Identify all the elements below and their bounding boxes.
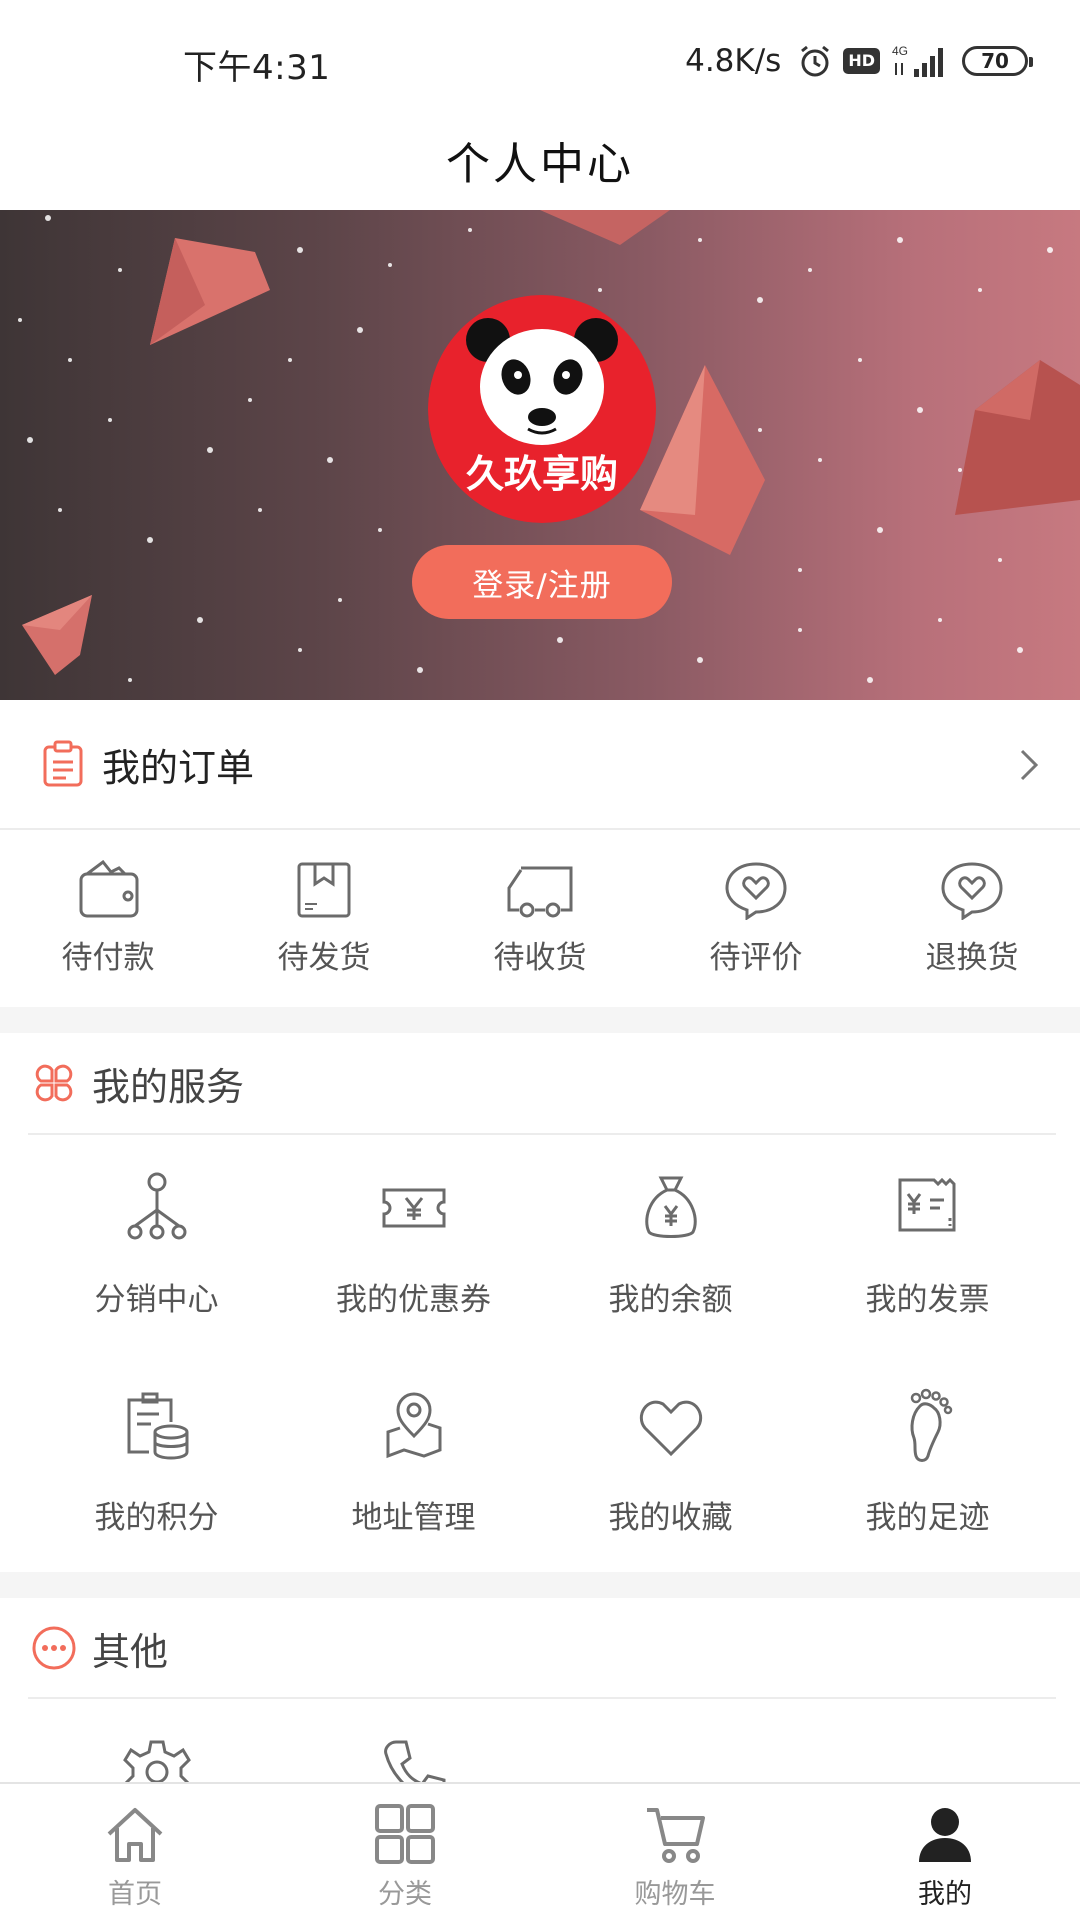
profile-banner: 久玖享购 登录/注册 [0,210,1080,700]
heart-icon [639,1400,702,1457]
service-label: 我的余额 [608,1282,733,1318]
service-points[interactable]: 我的积分 [28,1388,285,1537]
page-header: 个人中心 [0,110,1080,210]
nav-home[interactable]: 首页 [0,1784,270,1920]
order-returns[interactable]: 退换货 [864,832,1080,1007]
avatar-text: 久玖享购 [466,452,618,496]
divider [28,1697,1056,1699]
service-label: 我的积分 [94,1500,219,1536]
service-label: 我的发票 [865,1282,990,1318]
alarm-icon [801,45,830,77]
panda-logo-icon: 久玖享购 [428,295,656,523]
order-pending-shipment[interactable]: 待发货 [216,832,432,1007]
status-icons: 4.8K/s HD 4G 70 [685,38,1033,84]
network-type: 4G [892,44,908,58]
section-gap [0,1572,1080,1598]
nav-cart[interactable]: 购物车 [540,1784,810,1920]
my-orders-header[interactable]: 我的订单 [0,700,1080,830]
chevron-right-icon [1020,749,1039,781]
service-label: 我的收藏 [608,1500,733,1536]
order-status-row: 待付款 待发货 待收货 待评价 退换货 [0,832,1080,1007]
nav-label: 我的 [918,1879,972,1910]
nav-mine[interactable]: 我的 [810,1784,1080,1920]
service-label: 地址管理 [351,1500,476,1536]
nav-label: 分类 [378,1879,432,1910]
avatar[interactable]: 久玖享购 [428,295,656,523]
heart-bubble-icon [941,862,1003,920]
service-coupons[interactable]: 我的优惠券 [285,1170,542,1319]
box-icon [297,862,351,918]
service-label: 分销中心 [94,1282,219,1318]
nav-label: 首页 [108,1879,162,1910]
page-title: 个人中心 [446,139,634,190]
service-favorites[interactable]: 我的收藏 [542,1388,799,1537]
nav-label: 购物车 [634,1879,716,1910]
map-pin-icon [386,1392,441,1459]
others-header: 其他 [0,1598,1080,1698]
status-time: 下午4:31 [183,48,331,88]
service-label: 我的足迹 [865,1500,990,1536]
cart-icon [647,1808,705,1863]
invoice-icon [898,1177,955,1232]
service-footprints[interactable]: 我的足迹 [799,1388,1056,1537]
my-services-header: 我的服务 [0,1033,1080,1133]
section-gap [0,1007,1080,1033]
status-label: 待收货 [493,940,587,976]
wallet-icon [79,860,139,918]
points-icon [127,1392,188,1460]
hd-badge: HD [843,48,880,74]
service-label: 我的优惠券 [336,1282,491,1318]
footprint-icon [910,1388,952,1462]
status-label: 退换货 [925,940,1019,976]
divider [28,1133,1056,1135]
status-bar: 下午4:31 4.8K/s HD 4G 70 [0,0,1080,110]
order-pending-review[interactable]: 待评价 [648,832,864,1007]
clipboard-icon [43,740,83,787]
service-address[interactable]: 地址管理 [285,1388,542,1537]
service-distribution-center[interactable]: 分销中心 [28,1170,285,1319]
status-label: 待发货 [277,940,371,976]
order-pending-receipt[interactable]: 待收货 [432,832,648,1007]
clover-grid-icon [35,1064,73,1102]
status-label: 待评价 [709,940,803,976]
grid-icon [375,1804,435,1864]
battery-indicator: 70 [962,46,1033,76]
order-pending-payment[interactable]: 待付款 [0,832,216,1007]
others-title: 其他 [92,1629,169,1674]
signal-icon: 4G [892,44,943,77]
user-icon [919,1808,971,1862]
more-dots-icon [32,1626,76,1670]
bottom-navigation: 首页 分类 购物车 我的 [0,1782,1080,1920]
truck-icon [507,866,573,918]
service-balance[interactable]: 我的余额 [542,1170,799,1319]
network-speed: 4.8K/s [685,43,782,79]
status-label: 待付款 [61,940,155,976]
coupon-icon [382,1188,445,1228]
home-icon [107,1808,163,1862]
login-register-button[interactable]: 登录/注册 [412,545,672,619]
my-orders-title: 我的订单 [102,745,255,790]
nav-category[interactable]: 分类 [270,1784,540,1920]
my-services-title: 我的服务 [92,1064,245,1109]
money-bag-icon [644,1176,697,1238]
heart-bubble-icon [725,862,787,920]
network-icon [127,1172,186,1240]
service-invoices[interactable]: 我的发票 [799,1170,1056,1319]
